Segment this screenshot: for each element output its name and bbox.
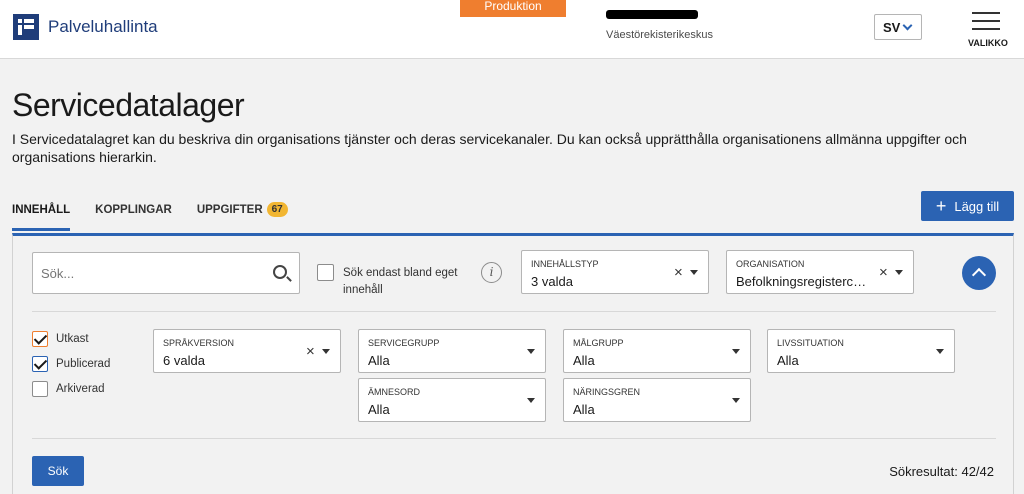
clear-icon[interactable]: × (306, 343, 315, 360)
organization-select[interactable]: ORGANISATION Befolkningsregistercentrale… (726, 250, 914, 294)
filter-panel: Sök endast bland eget innehåll i INNEHÅL… (12, 233, 1014, 494)
clear-icon[interactable]: × (674, 264, 683, 281)
caret-down-icon (527, 398, 535, 403)
life-event-label: LIVSSITUATION (777, 338, 844, 348)
life-event-value: Alla (777, 353, 799, 368)
language-version-select[interactable]: SPRÅKVERSION 6 valda × (153, 329, 341, 373)
service-class-select[interactable]: SERVICEGRUPP Alla (358, 329, 546, 373)
archived-checkbox[interactable] (32, 381, 48, 397)
ontology-label: ÄMNESORD (368, 387, 421, 397)
tab-content-label: INNEHÅLL (12, 203, 71, 216)
target-group-label: MÅLGRUPP (573, 338, 624, 348)
draft-checkbox[interactable] (32, 331, 48, 347)
clear-icon[interactable]: × (879, 264, 888, 281)
draft-label: Utkast (56, 333, 89, 345)
collapse-filters-button[interactable] (962, 256, 996, 290)
caret-down-icon (895, 270, 903, 275)
logo-icon (13, 14, 39, 40)
environment-badge: Produktion (460, 0, 566, 17)
search-button[interactable]: Sök (32, 456, 84, 486)
divider (32, 438, 996, 439)
tab-connections[interactable]: KOPPLINGAR (95, 196, 172, 229)
top-bar: Palveluhallinta Produktion Väestörekiste… (0, 0, 1024, 59)
menu-button[interactable]: VALIKKO (968, 12, 1008, 48)
status-published[interactable]: Publicerad (32, 356, 110, 372)
search-button-label: Sök (47, 464, 69, 478)
published-checkbox[interactable] (32, 356, 48, 372)
tab-connections-label: KOPPLINGAR (95, 203, 172, 216)
info-icon[interactable]: i (481, 262, 502, 283)
page-title: Servicedatalager (12, 87, 245, 123)
app-logo[interactable]: Palveluhallinta (13, 14, 158, 40)
tab-tasks-label: UPPGIFTER (196, 203, 263, 216)
chevron-down-icon (902, 20, 913, 30)
tab-content[interactable]: INNEHÅLL (12, 196, 71, 231)
organization-value: Befolkningsregistercentralen (736, 274, 868, 289)
caret-down-icon (732, 349, 740, 354)
search-icon[interactable] (273, 265, 287, 279)
language-version-label: SPRÅKVERSION (163, 338, 235, 348)
user-name-redacted (606, 10, 698, 19)
own-content-label: Sök endast bland eget innehåll (343, 267, 458, 296)
caret-down-icon (322, 349, 330, 354)
service-class-label: SERVICEGRUPP (368, 338, 440, 348)
target-group-select[interactable]: MÅLGRUPP Alla (563, 329, 751, 373)
add-button[interactable]: + Lägg till (921, 191, 1014, 221)
industry-select[interactable]: NÄRINGSGREN Alla (563, 378, 751, 422)
search-input[interactable] (41, 263, 261, 283)
caret-down-icon (527, 349, 535, 354)
search-field[interactable] (32, 252, 300, 294)
content-type-value: 3 valda (531, 274, 573, 289)
published-label: Publicerad (56, 358, 111, 370)
industry-label: NÄRINGSGREN (573, 387, 641, 397)
results-count: Sökresultat: 42/42 (889, 464, 994, 479)
language-select[interactable]: SV (874, 14, 922, 40)
ontology-select[interactable]: ÄMNESORD Alla (358, 378, 546, 422)
language-value: SV (883, 19, 901, 35)
content-tabs: INNEHÅLL KOPPLINGAR UPPGIFTER 67 (12, 196, 313, 231)
life-event-select[interactable]: LIVSSITUATION Alla (767, 329, 955, 373)
archived-label: Arkiverad (56, 383, 105, 395)
user-organization: Väestörekisterikeskus (606, 29, 713, 41)
caret-down-icon (936, 349, 944, 354)
menu-label: VALIKKO (968, 38, 1008, 48)
status-archived[interactable]: Arkiverad (32, 381, 105, 397)
caret-down-icon (690, 270, 698, 275)
service-class-value: Alla (368, 353, 390, 368)
content-type-select[interactable]: INNEHÅLLSTYP 3 valda × (521, 250, 709, 294)
plus-icon: + (935, 196, 947, 216)
content-type-label: INNEHÅLLSTYP (531, 259, 599, 269)
tab-tasks[interactable]: UPPGIFTER 67 (197, 196, 288, 229)
target-group-value: Alla (573, 353, 595, 368)
own-content-checkbox[interactable] (317, 264, 334, 281)
add-button-label: Lägg till (954, 198, 1000, 214)
page-description: I Servicedatalagret kan du beskriva din … (12, 131, 967, 165)
organization-label: ORGANISATION (736, 259, 805, 269)
language-version-value: 6 valda (163, 353, 205, 368)
app-name: Palveluhallinta (48, 17, 158, 36)
caret-down-icon (732, 398, 740, 403)
divider (32, 311, 996, 312)
tasks-count-badge: 67 (266, 202, 288, 217)
industry-value: Alla (573, 402, 595, 417)
status-draft[interactable]: Utkast (32, 331, 89, 347)
ontology-value: Alla (368, 402, 390, 417)
